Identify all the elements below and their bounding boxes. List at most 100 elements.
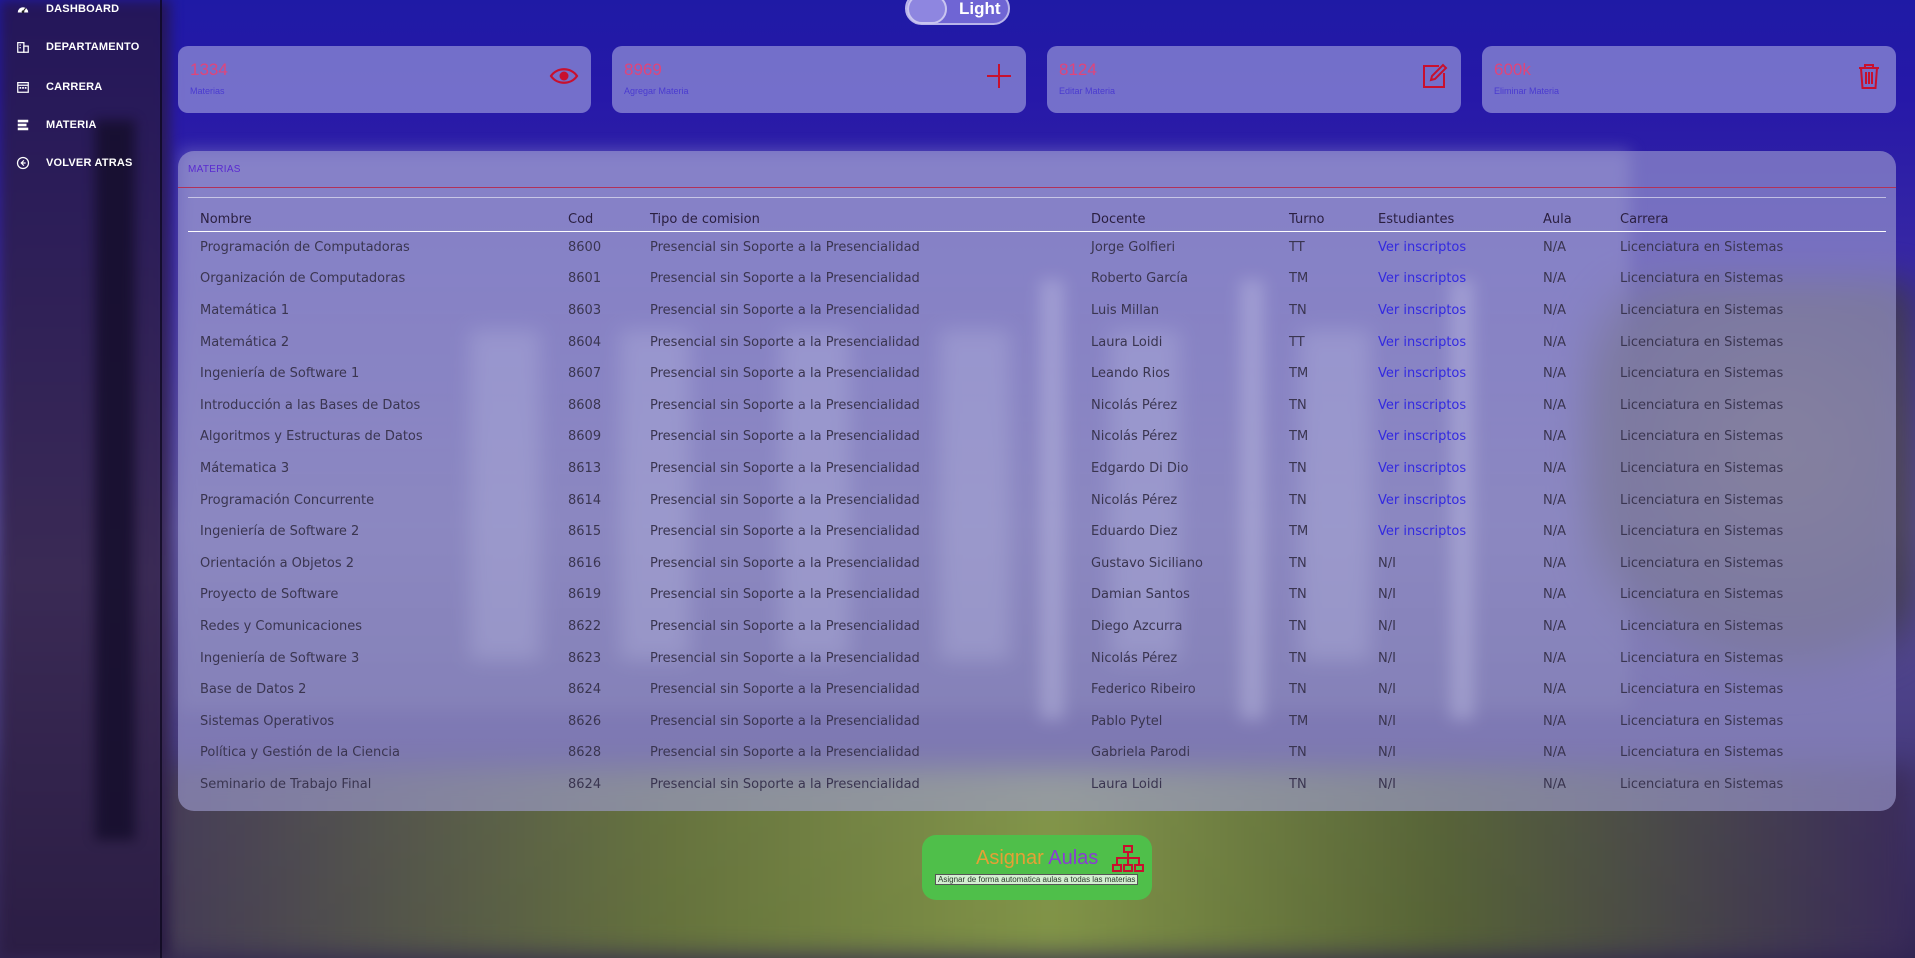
cell-turno: TM — [1289, 713, 1309, 729]
table-row: Redes y Comunicaciones 8622 Presencial sin… — [188, 611, 1886, 643]
toggle-knob — [907, 0, 947, 24]
cell-nombre: Proyecto de Software — [200, 587, 339, 603]
cell-turno: TM — [1289, 429, 1309, 445]
cell-docente: Nicolás Pérez — [1091, 429, 1178, 445]
cell-cod: 8608 — [568, 397, 602, 413]
cell-turno: TN — [1289, 745, 1307, 761]
cell-docente: Roberto García — [1091, 271, 1189, 287]
cell-aula: N/A — [1543, 334, 1566, 350]
ver-inscriptos-link[interactable]: Ver inscriptos — [1366, 358, 1531, 390]
cell-nombre: Mátematica 3 — [200, 460, 290, 476]
cell-estudiantes: N/I — [1378, 555, 1396, 571]
calendar-icon — [16, 80, 30, 94]
column-header-estudiantes[interactable]: Estudiantes — [1366, 198, 1531, 232]
cell-tipo-comision: Presencial sin Soporte a la Presencialid… — [650, 302, 920, 318]
cell-aula: N/A — [1543, 618, 1566, 634]
dashboard-gauge-icon — [16, 2, 30, 16]
theme-toggle[interactable]: Light — [905, 0, 1010, 25]
cell-carrera: Licenciatura en Sistemas — [1620, 650, 1784, 666]
cell-aula: N/A — [1543, 271, 1566, 287]
stat-label: Agregar Materia — [624, 86, 689, 96]
column-header-carrera[interactable]: Carrera — [1608, 198, 1886, 232]
table-row: Matemática 2 8604 Presencial sin Soporte a… — [188, 326, 1886, 358]
eye-icon[interactable] — [549, 61, 579, 91]
cell-aula: N/A — [1543, 587, 1566, 603]
stat-card-materias[interactable]: 1334 Materias — [178, 46, 591, 113]
table-row: Base de Datos 2 8624 Presencial sin Soport… — [188, 674, 1886, 706]
stat-card-agregar-materia[interactable]: 8969 Agregar Materia — [612, 46, 1026, 113]
ver-inscriptos-link[interactable]: Ver inscriptos — [1366, 484, 1531, 516]
cell-tipo-comision: Presencial sin Soporte a la Presencialid… — [650, 682, 920, 698]
cell-turno: TN — [1289, 650, 1307, 666]
cell-cod: 8624 — [568, 776, 602, 792]
column-header-aula[interactable]: Aula — [1531, 198, 1608, 232]
cell-carrera: Licenciatura en Sistemas — [1620, 366, 1784, 382]
ver-inscriptos-link[interactable]: Ver inscriptos — [1366, 295, 1531, 327]
stat-card-editar-materia[interactable]: 8124 Editar Materia — [1047, 46, 1461, 113]
cell-docente: Gustavo Siciliano — [1091, 555, 1203, 571]
arrow-left-circle-icon — [16, 156, 30, 170]
ver-inscriptos-link[interactable]: Ver inscriptos — [1366, 389, 1531, 421]
sidebar-item-carrera[interactable]: CARRERA — [0, 68, 160, 106]
ver-inscriptos-link[interactable]: Ver inscriptos — [1366, 453, 1531, 485]
cell-aula: N/A — [1543, 555, 1566, 571]
table-row: Introducción a las Bases de Datos 8608 Pre… — [188, 389, 1886, 421]
cell-tipo-comision: Presencial sin Soporte a la Presencialid… — [650, 397, 920, 413]
cell-tipo-comision: Presencial sin Soporte a la Presencialid… — [650, 492, 920, 508]
cell-turno: TN — [1289, 460, 1307, 476]
sidebar-item-dashboard[interactable]: DASHBOARD — [0, 0, 160, 28]
cell-tipo-comision: Presencial sin Soporte a la Presencialid… — [650, 776, 920, 792]
column-header-nombre[interactable]: Nombre — [188, 198, 556, 232]
cell-nombre: Organización de Computadoras — [200, 271, 406, 287]
cell-tipo-comision: Presencial sin Soporte a la Presencialid… — [650, 524, 920, 540]
cell-cod: 8609 — [568, 429, 602, 445]
cell-nombre: Matemática 2 — [200, 334, 290, 350]
cell-nombre: Ingeniería de Software 3 — [200, 650, 360, 666]
stat-card-eliminar-materia[interactable]: 600k Eliminar Materia — [1482, 46, 1896, 113]
ver-inscriptos-link[interactable]: Ver inscriptos — [1366, 232, 1531, 264]
cell-tipo-comision: Presencial sin Soporte a la Presencialid… — [650, 366, 920, 382]
cell-turno: TN — [1289, 302, 1307, 318]
sidebar-item-volver-atras[interactable]: VOLVER ATRAS — [0, 144, 160, 182]
panel-title: MATERIAS — [188, 164, 241, 175]
column-header-cod[interactable]: Cod — [556, 198, 638, 232]
theme-toggle-label: Light — [959, 0, 1001, 18]
cell-cod: 8613 — [568, 460, 602, 476]
cell-aula: N/A — [1543, 302, 1566, 318]
cell-carrera: Licenciatura en Sistemas — [1620, 492, 1784, 508]
column-header-turno[interactable]: Turno — [1277, 198, 1366, 232]
edit-icon[interactable] — [1419, 61, 1449, 91]
ver-inscriptos-link[interactable]: Ver inscriptos — [1366, 421, 1531, 453]
cell-docente: Edgardo Di Dio — [1091, 460, 1189, 476]
materias-panel: MATERIAS Nombre Cod Tipo de comision Doc… — [178, 151, 1896, 811]
cell-docente: Nicolás Pérez — [1091, 650, 1178, 666]
table-row: Ingeniería de Software 1 8607 Presencial s… — [188, 358, 1886, 390]
asignar-aulas-hint: Asignar de forma automatica aulas a toda… — [935, 874, 1139, 885]
cell-carrera: Licenciatura en Sistemas — [1620, 460, 1784, 476]
trash-icon[interactable] — [1854, 61, 1884, 91]
cell-docente: Gabriela Parodi — [1091, 745, 1191, 761]
cell-turno: TM — [1289, 271, 1309, 287]
table-row: Programación de Computadoras 8600 Presenci… — [188, 232, 1886, 264]
cell-tipo-comision: Presencial sin Soporte a la Presencialid… — [650, 650, 920, 666]
sidebar-item-materia[interactable]: MATERIA — [0, 106, 160, 144]
cell-aula: N/A — [1543, 682, 1566, 698]
cell-carrera: Licenciatura en Sistemas — [1620, 587, 1784, 603]
plus-icon[interactable] — [984, 61, 1014, 91]
table-row: Matemática 1 8603 Presencial sin Soporte a… — [188, 295, 1886, 327]
ver-inscriptos-link[interactable]: Ver inscriptos — [1366, 263, 1531, 295]
asignar-aulas-button[interactable]: Asignar Aulas Asignar de forma automatic… — [922, 835, 1152, 900]
cell-nombre: Política y Gestión de la Ciencia — [200, 745, 400, 761]
cell-cod: 8624 — [568, 682, 602, 698]
cell-nombre: Seminario de Trabajo Final — [200, 776, 372, 792]
cell-cod: 8604 — [568, 334, 602, 350]
ver-inscriptos-link[interactable]: Ver inscriptos — [1366, 326, 1531, 358]
sidebar-item-departamento[interactable]: DEPARTAMENTO — [0, 28, 160, 66]
ver-inscriptos-link[interactable]: Ver inscriptos — [1366, 516, 1531, 548]
building-icon — [16, 40, 30, 54]
column-header-tipo-comision[interactable]: Tipo de comision — [638, 198, 1079, 232]
column-header-docente[interactable]: Docente — [1079, 198, 1277, 232]
aulas-word: Aulas — [1048, 847, 1099, 869]
cell-carrera: Licenciatura en Sistemas — [1620, 713, 1784, 729]
cell-aula: N/A — [1543, 650, 1566, 666]
